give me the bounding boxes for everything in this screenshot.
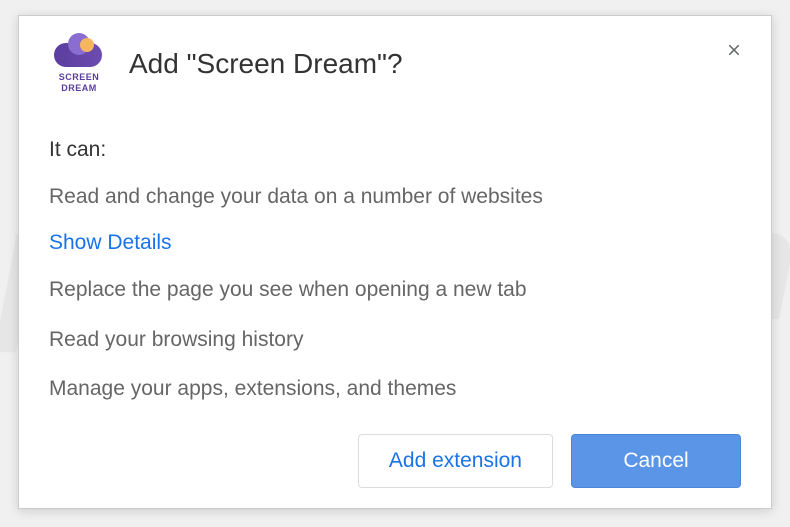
dialog-header: SCREEN DREAM Add "Screen Dream"? bbox=[49, 38, 741, 98]
brand-text-line1: SCREEN bbox=[59, 73, 100, 82]
permission-item: Read your browsing history bbox=[49, 325, 741, 354]
cancel-button[interactable]: Cancel bbox=[571, 434, 741, 488]
dialog-title: Add "Screen Dream"? bbox=[129, 38, 403, 80]
add-extension-button[interactable]: Add extension bbox=[358, 434, 553, 488]
extension-icon: SCREEN DREAM bbox=[49, 38, 109, 98]
permission-item: Read and change your data on a number of… bbox=[49, 182, 741, 211]
permission-item: Replace the page you see when opening a … bbox=[49, 275, 741, 304]
cloud-logo-icon bbox=[54, 43, 104, 71]
extension-install-dialog: SCREEN DREAM Add "Screen Dream"? It can:… bbox=[18, 15, 772, 509]
close-icon bbox=[725, 41, 743, 59]
dialog-footer: Add extension Cancel bbox=[49, 424, 741, 488]
brand-text-line2: DREAM bbox=[61, 84, 97, 93]
show-details-link[interactable]: Show Details bbox=[49, 231, 172, 255]
close-button[interactable] bbox=[722, 38, 746, 62]
permission-item: Manage your apps, extensions, and themes bbox=[49, 374, 741, 403]
permissions-section: It can: Read and change your data on a n… bbox=[49, 138, 741, 424]
it-can-label: It can: bbox=[49, 138, 741, 162]
